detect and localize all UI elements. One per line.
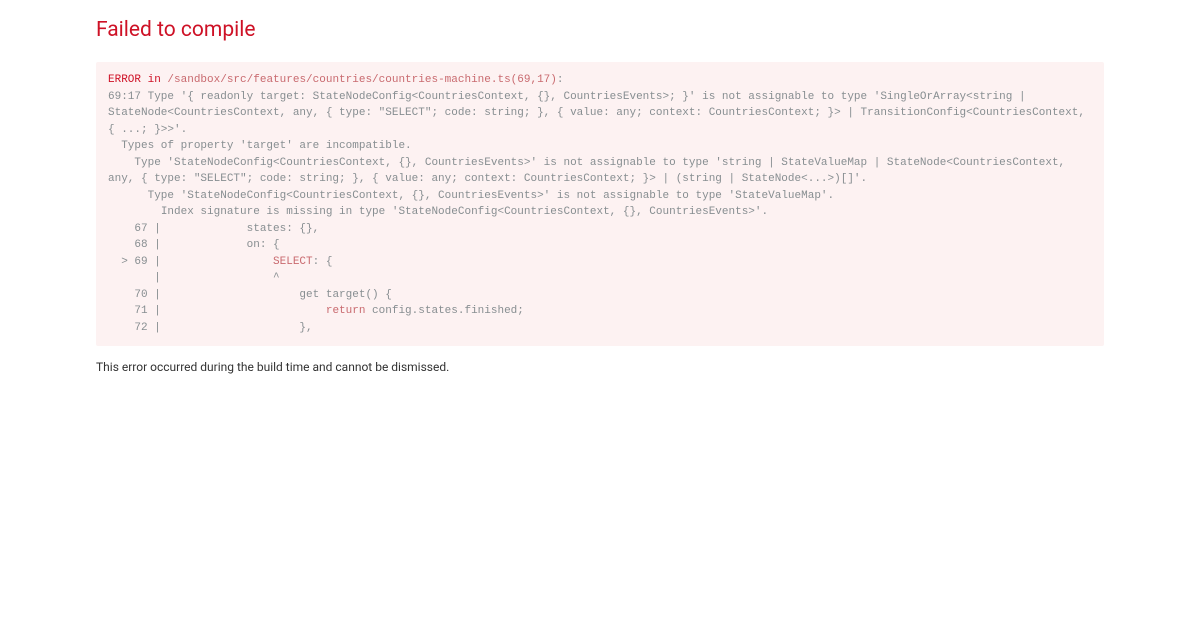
error-colon: :	[557, 74, 564, 86]
code-line-71-prefix: 71 |	[108, 305, 326, 317]
error-label: ERROR in	[108, 74, 167, 86]
error-block: ERROR in /sandbox/src/features/countries…	[96, 62, 1104, 346]
code-line-69-suffix: : {	[313, 256, 333, 268]
code-line-70: 70 | get target() {	[108, 289, 392, 301]
code-line-68: 68 | on: {	[108, 239, 280, 251]
code-line-69-prefix: > 69 |	[108, 256, 273, 268]
build-time-note: This error occurred during the build tim…	[96, 360, 1104, 374]
code-line-71-suffix: config.states.finished;	[365, 305, 523, 317]
error-file-ref: /sandbox/src/features/countries/countrie…	[167, 74, 556, 86]
code-caret-line: | ^	[108, 272, 280, 284]
code-line-67: 67 | states: {},	[108, 223, 319, 235]
code-line-69-keyword: SELECT	[273, 256, 313, 268]
code-line-71-keyword: return	[326, 305, 366, 317]
error-title: Failed to compile	[96, 18, 1104, 42]
error-body: 69:17 Type '{ readonly target: StateNode…	[108, 91, 1092, 219]
code-line-72: 72 | },	[108, 322, 313, 334]
